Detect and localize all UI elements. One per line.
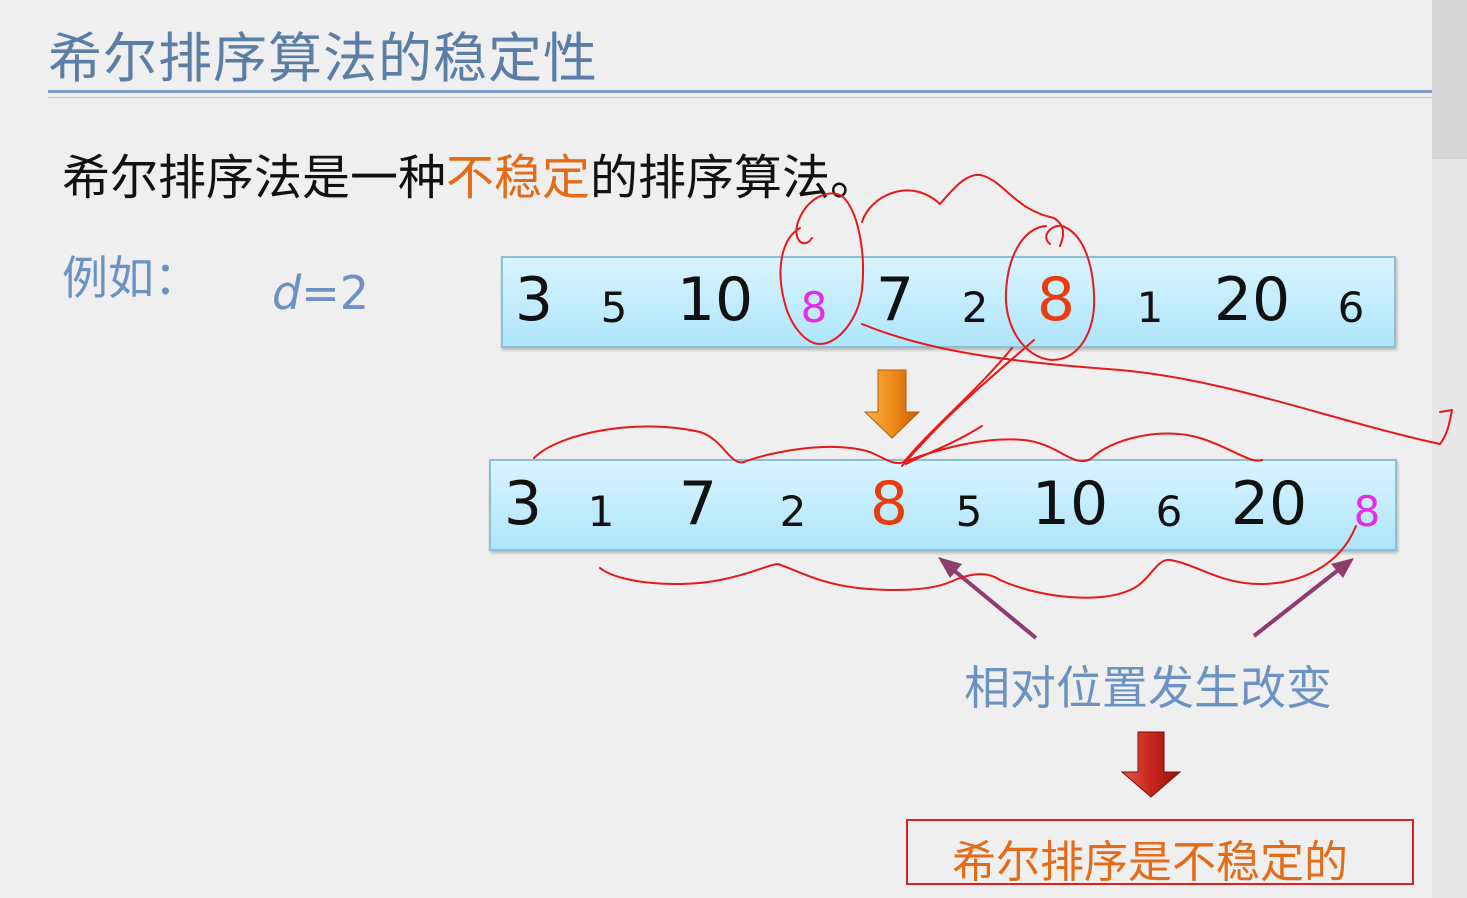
orange-down-arrow-icon xyxy=(863,369,921,439)
annotation-layer xyxy=(533,173,1453,798)
slide: 希尔排序算法的稳定性 希尔排序法是一种不稳定的排序算法。 例如： d=2 3 5… xyxy=(0,0,1467,898)
red-down-arrow-icon xyxy=(1120,731,1182,798)
handwritten-annotations xyxy=(533,173,1453,599)
purple-pointer-arrow-icon xyxy=(938,557,1354,640)
